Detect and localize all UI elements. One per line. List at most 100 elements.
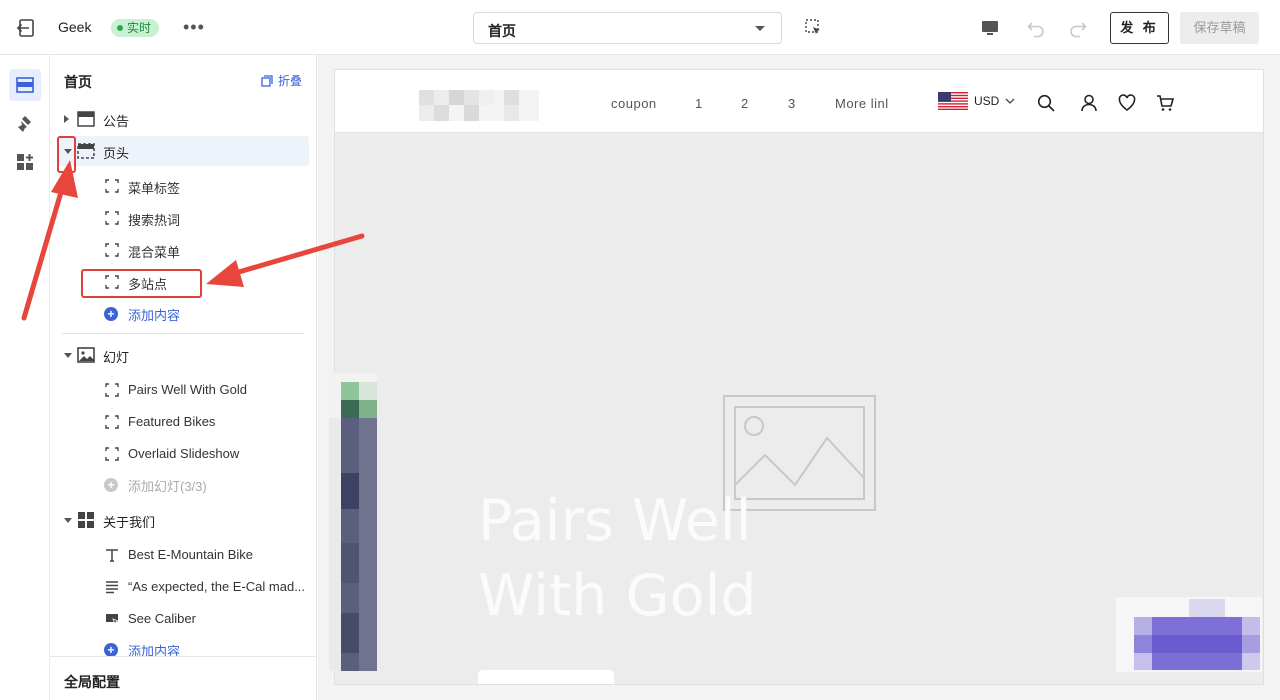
status-dot-icon xyxy=(117,25,123,31)
tree-block-label: Featured Bikes xyxy=(128,414,216,429)
collapse-icon xyxy=(261,74,273,87)
grid-icon xyxy=(78,512,94,528)
live-status-text: 实时 xyxy=(127,21,152,35)
currency-selector[interactable]: USD xyxy=(938,92,1015,110)
tree-block-item[interactable]: 混合菜单 xyxy=(100,237,305,263)
store-name: Geek xyxy=(58,19,92,35)
tree-section-slideshow[interactable]: 幻灯 xyxy=(58,340,309,370)
tree-block-item[interactable]: 搜索热词 xyxy=(100,205,305,231)
expand-arrow-icon[interactable] xyxy=(64,115,69,123)
store-logo xyxy=(419,90,539,121)
tree-block-item[interactable]: Best E-Mountain Bike xyxy=(100,542,305,568)
tree-section-label: 页头 xyxy=(103,146,130,161)
plus-icon: + xyxy=(104,307,118,321)
add-content-button[interactable]: + 添加内容 xyxy=(104,303,180,325)
global-config-label: 全局配置 xyxy=(64,674,120,690)
nav-link[interactable]: coupon xyxy=(611,96,657,111)
tree-block-label: “As expected, the E-Cal mad... xyxy=(128,579,306,594)
us-flag-icon xyxy=(938,92,968,110)
block-icon xyxy=(105,383,119,397)
tree-block-label: Overlaid Slideshow xyxy=(128,446,240,461)
layout-icon[interactable] xyxy=(9,69,41,101)
nav-link[interactable]: More linl xyxy=(835,96,889,111)
button-icon xyxy=(106,614,119,625)
apps-icon[interactable] xyxy=(9,146,41,178)
exit-icon[interactable] xyxy=(16,17,38,39)
tree-block-item[interactable]: Pairs Well With Gold xyxy=(100,377,305,403)
page-select[interactable]: 首页 xyxy=(473,12,782,44)
redo-icon[interactable] xyxy=(1068,18,1088,38)
block-icon xyxy=(105,179,119,193)
tree-section-label: 关于我们 xyxy=(103,515,156,530)
tree-block-label: Best E-Mountain Bike xyxy=(128,547,254,562)
cart-icon[interactable] xyxy=(1156,94,1174,112)
text-icon xyxy=(106,549,118,562)
paragraph-icon xyxy=(106,581,118,594)
pixelated-image xyxy=(1116,597,1262,672)
plus-icon: + xyxy=(104,478,118,492)
tree-block-item[interactable]: Featured Bikes xyxy=(100,409,305,435)
highlight-box-multisite xyxy=(81,269,202,298)
hero-title: Pairs Well With Gold xyxy=(478,488,757,629)
highlight-box-expand-toggle xyxy=(57,136,76,173)
store-preview[interactable]: coupon 1 2 3 More linl USD Pairs Well Wi… xyxy=(334,69,1264,685)
collapse-arrow-icon[interactable] xyxy=(64,518,72,523)
undo-icon[interactable] xyxy=(1026,18,1046,38)
panel-title: 首页 xyxy=(64,74,92,90)
add-slide-label: 添加幻灯(3/3) xyxy=(128,478,207,494)
nav-link[interactable]: 1 xyxy=(695,96,703,111)
heart-icon[interactable] xyxy=(1118,94,1136,112)
live-status-badge: 实时 xyxy=(111,19,160,37)
tree-block-label: 搜索热词 xyxy=(128,213,181,228)
top-toolbar: Geek 实时 ••• 首页 发 布 保存草稿 xyxy=(0,0,1280,55)
tree-section-header[interactable]: 页头 xyxy=(58,136,309,166)
tree-block-label: See Caliber xyxy=(128,611,196,626)
user-icon[interactable] xyxy=(1080,94,1098,112)
global-config[interactable]: 全局配置 xyxy=(50,656,316,700)
pixelated-image xyxy=(329,373,377,671)
collapse-all-button[interactable]: 折叠 xyxy=(261,72,302,89)
tree-block-item[interactable]: “As expected, the E-Cal mad... xyxy=(100,574,305,600)
tree-block-label: 混合菜单 xyxy=(128,245,181,260)
image-icon xyxy=(77,347,95,363)
tree-block-item[interactable]: Overlaid Slideshow xyxy=(100,441,305,467)
chevron-down-icon xyxy=(755,26,765,31)
tree-section-about[interactable]: 关于我们 xyxy=(58,505,309,535)
brush-glyph xyxy=(18,116,31,132)
tree-block-label: Pairs Well With Gold xyxy=(128,382,247,397)
plus-icon: + xyxy=(104,643,118,657)
nav-link[interactable]: 3 xyxy=(788,96,796,111)
tree-block-item[interactable]: See Caliber xyxy=(100,606,305,632)
apps-glyph xyxy=(17,154,33,170)
add-slide-button[interactable]: + 添加幻灯(3/3) xyxy=(104,474,207,496)
tree-section-label: 幻灯 xyxy=(103,350,130,365)
save-draft-button[interactable]: 保存草稿 xyxy=(1180,12,1259,44)
tree-section-announcement[interactable]: 公告 xyxy=(58,104,309,134)
currency-code: USD xyxy=(974,94,1000,108)
layout-icon-glyph xyxy=(16,77,34,93)
block-icon xyxy=(105,447,119,461)
block-icon xyxy=(105,415,119,429)
add-content-label: 添加内容 xyxy=(128,307,181,323)
tree-block-label: 菜单标签 xyxy=(128,181,181,196)
section-header-icon xyxy=(77,143,95,159)
section-tree-panel: 首页 折叠 公告 页头 菜单标签 搜索热词 混合菜单 多站点 + 添加内容 幻灯… xyxy=(50,55,317,700)
select-area-icon[interactable] xyxy=(804,18,822,36)
hero-button[interactable] xyxy=(478,670,614,684)
more-icon[interactable]: ••• xyxy=(183,17,205,37)
tree-block-item[interactable]: 菜单标签 xyxy=(100,173,305,199)
preview-header[interactable]: coupon 1 2 3 More linl USD xyxy=(335,70,1263,133)
left-icon-rail xyxy=(0,55,50,700)
theme-brush-icon[interactable] xyxy=(9,108,41,140)
block-icon xyxy=(105,211,119,225)
nav-link[interactable]: 2 xyxy=(741,96,749,111)
search-icon[interactable] xyxy=(1037,94,1055,112)
divider xyxy=(62,333,304,334)
chevron-down-icon xyxy=(1005,98,1015,104)
collapse-all-label: 折叠 xyxy=(278,74,303,88)
publish-button[interactable]: 发 布 xyxy=(1110,12,1169,44)
section-header-icon xyxy=(77,111,95,127)
desktop-icon[interactable] xyxy=(980,18,1000,38)
collapse-arrow-icon[interactable] xyxy=(64,353,72,358)
block-icon xyxy=(105,243,119,257)
